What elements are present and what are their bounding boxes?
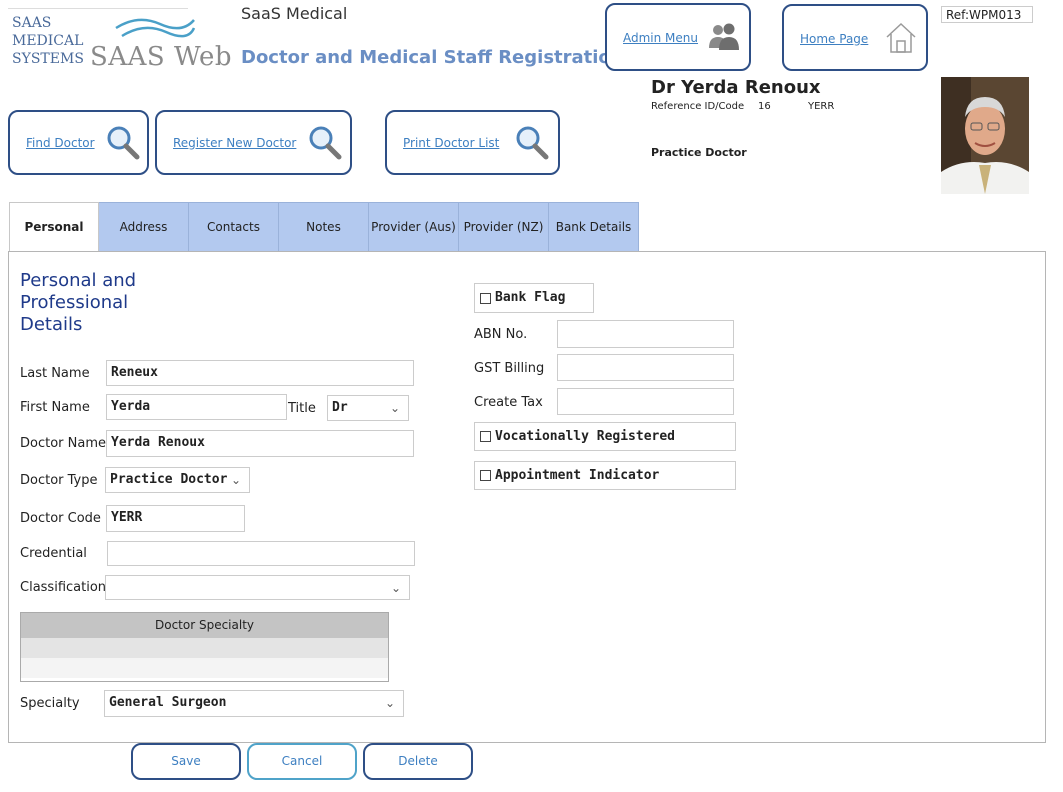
logo-rule bbox=[8, 8, 188, 11]
doctor-type-summary: Practice Doctor bbox=[651, 146, 747, 159]
bank-flag-checkbox[interactable]: Bank Flag bbox=[474, 283, 594, 313]
appointment-indicator-checkbox[interactable]: Appointment Indicator bbox=[474, 461, 736, 490]
create-tax-field[interactable] bbox=[557, 388, 734, 415]
appointment-indicator-check[interactable] bbox=[480, 470, 491, 481]
logo-line-3: SYSTEMS bbox=[12, 51, 84, 67]
credential-field[interactable] bbox=[107, 541, 415, 566]
app-name: SaaS Medical bbox=[241, 4, 348, 23]
section-title-line-3: Details bbox=[20, 314, 83, 335]
home-page-button[interactable]: Home Page bbox=[782, 4, 928, 71]
chevron-down-icon: ⌄ bbox=[230, 473, 241, 487]
doctor-full-name: Dr Yerda Renoux bbox=[651, 77, 821, 98]
reference-id: 16 bbox=[758, 101, 771, 112]
abn-field[interactable] bbox=[557, 320, 734, 348]
reference-code: Ref:WPM013 bbox=[941, 6, 1033, 23]
section-title-line-1: Personal and bbox=[20, 270, 137, 291]
section-title: Personal and Professional Details bbox=[20, 270, 136, 336]
doctor-type-value: Practice Doctor bbox=[110, 472, 228, 487]
find-doctor-button[interactable]: Find Doctor bbox=[8, 110, 149, 175]
find-doctor-label[interactable]: Find Doctor bbox=[26, 136, 95, 150]
doctor-specialty-grid: Doctor Specialty bbox=[20, 612, 389, 682]
cancel-button[interactable]: Cancel bbox=[247, 743, 357, 780]
tab-address[interactable]: Address bbox=[99, 202, 189, 252]
first-name-field[interactable]: Yerda bbox=[106, 394, 287, 420]
specialty-select[interactable]: General Surgeon ⌄ bbox=[104, 690, 404, 717]
delete-button[interactable]: Delete bbox=[363, 743, 473, 780]
print-doctor-list-button[interactable]: Print Doctor List bbox=[385, 110, 560, 175]
classification-select[interactable]: ⌄ bbox=[105, 575, 410, 600]
logo-line-2: MEDICAL bbox=[12, 33, 84, 49]
register-new-doctor-label[interactable]: Register New Doctor bbox=[173, 136, 296, 150]
search-icon bbox=[107, 126, 140, 160]
table-row[interactable] bbox=[21, 638, 388, 658]
home-icon bbox=[886, 22, 916, 53]
tab-notes[interactable]: Notes bbox=[279, 202, 369, 252]
admin-menu-label[interactable]: Admin Menu bbox=[623, 31, 698, 45]
logo-text: SAAS MEDICAL SYSTEMS bbox=[12, 14, 84, 68]
bank-flag-label: Bank Flag bbox=[495, 290, 566, 305]
specialty-value: General Surgeon bbox=[109, 695, 227, 710]
print-doctor-list-label[interactable]: Print Doctor List bbox=[403, 136, 499, 150]
doctor-specialty-header: Doctor Specialty bbox=[21, 613, 388, 638]
logo-brand: SAAS Web bbox=[90, 42, 233, 72]
logo: SAAS MEDICAL SYSTEMS SAAS Web bbox=[8, 8, 232, 72]
title-value: Dr bbox=[332, 400, 348, 415]
create-tax-label: Create Tax bbox=[474, 395, 543, 410]
register-new-doctor-button[interactable]: Register New Doctor bbox=[155, 110, 352, 175]
table-row[interactable] bbox=[21, 658, 388, 678]
vocationally-registered-checkbox[interactable]: Vocationally Registered bbox=[474, 422, 736, 451]
tab-provider-nz[interactable]: Provider (NZ) bbox=[459, 202, 549, 252]
reference-label: Reference ID/Code bbox=[651, 101, 745, 112]
doctor-name-field[interactable]: Yerda Renoux bbox=[106, 430, 414, 457]
title-select[interactable]: Dr ⌄ bbox=[327, 395, 409, 421]
search-icon bbox=[516, 126, 549, 160]
tab-personal[interactable]: Personal bbox=[9, 202, 99, 252]
classification-label: Classification bbox=[20, 580, 107, 595]
bank-flag-check[interactable] bbox=[480, 293, 491, 304]
admin-menu-button[interactable]: Admin Menu bbox=[605, 3, 751, 71]
last-name-label: Last Name bbox=[20, 366, 90, 381]
section-title-line-2: Professional bbox=[20, 292, 129, 313]
first-name-label: First Name bbox=[20, 400, 90, 415]
users-icon bbox=[709, 23, 739, 50]
doctor-code-field[interactable]: YERR bbox=[106, 505, 245, 532]
doctor-code-label: Doctor Code bbox=[20, 511, 101, 526]
doctor-type-label: Doctor Type bbox=[20, 473, 98, 488]
page-title: Doctor and Medical Staff Registration bbox=[241, 47, 624, 68]
tab-bank-details[interactable]: Bank Details bbox=[549, 202, 639, 252]
chevron-down-icon: ⌄ bbox=[389, 401, 400, 415]
appointment-indicator-label: Appointment Indicator bbox=[495, 468, 660, 483]
specialty-label: Specialty bbox=[20, 696, 80, 711]
tab-provider-aus[interactable]: Provider (Aus) bbox=[369, 202, 459, 252]
home-page-label[interactable]: Home Page bbox=[800, 32, 868, 46]
reference-code-value: YERR bbox=[808, 101, 835, 112]
vocationally-registered-label: Vocationally Registered bbox=[495, 429, 676, 444]
credential-label: Credential bbox=[20, 546, 87, 561]
doctor-name-label: Doctor Name bbox=[20, 436, 106, 451]
gst-billing-field[interactable] bbox=[557, 354, 734, 381]
chevron-down-icon: ⌄ bbox=[384, 696, 395, 710]
logo-waves-icon bbox=[115, 18, 196, 38]
last-name-field[interactable]: Reneux bbox=[106, 360, 414, 386]
save-button[interactable]: Save bbox=[131, 743, 241, 780]
gst-billing-label: GST Billing bbox=[474, 361, 545, 376]
tab-contacts[interactable]: Contacts bbox=[189, 202, 279, 252]
doctor-photo bbox=[941, 77, 1029, 194]
title-label: Title bbox=[288, 401, 316, 416]
doctor-type-select[interactable]: Practice Doctor ⌄ bbox=[105, 467, 250, 493]
logo-line-1: SAAS bbox=[12, 15, 52, 31]
chevron-down-icon: ⌄ bbox=[390, 581, 401, 595]
search-icon bbox=[309, 126, 342, 160]
vocationally-registered-check[interactable] bbox=[480, 431, 491, 442]
abn-label: ABN No. bbox=[474, 327, 528, 342]
